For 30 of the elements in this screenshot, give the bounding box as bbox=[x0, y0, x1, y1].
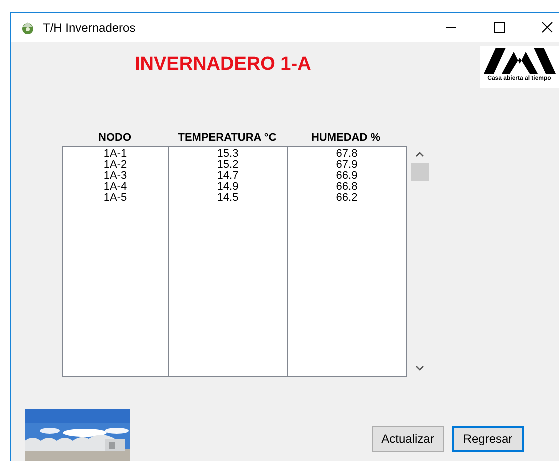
table-cell: 14.9 bbox=[217, 182, 239, 193]
window-title: T/H Invernaderos bbox=[43, 20, 136, 36]
table-cell: 1A-1 bbox=[104, 149, 128, 160]
table-cell: 1A-5 bbox=[104, 193, 128, 204]
maximize-icon[interactable] bbox=[494, 22, 505, 33]
scroll-down-icon[interactable] bbox=[416, 366, 424, 371]
table-cell: 15.3 bbox=[217, 149, 239, 160]
table-cell: 15.2 bbox=[217, 160, 239, 171]
table-cell: 1A-4 bbox=[104, 182, 128, 193]
table-cell: 14.7 bbox=[217, 171, 239, 182]
table-cell: 66.9 bbox=[336, 171, 358, 182]
column-header: NODO bbox=[98, 131, 132, 146]
table-cell: 66.2 bbox=[336, 193, 358, 204]
heading: INVERNADERO 1-A bbox=[135, 53, 312, 77]
data-list[interactable]: 1A-1 1A-2 1A-3 1A-4 1A-5 15.3 15.2 14.7 14.9 14.5 67.8 67.9 66.9 66.8 66.2 bbox=[62, 146, 407, 377]
refresh-button[interactable]: Actualizar bbox=[372, 426, 444, 452]
table-cell: 67.8 bbox=[336, 149, 358, 160]
back-button[interactable]: Regresar bbox=[452, 426, 524, 452]
logo-mark-icon bbox=[482, 46, 558, 74]
app-icon bbox=[21, 20, 35, 34]
column-header: HUMEDAD % bbox=[311, 131, 381, 146]
table-cell: 14.5 bbox=[217, 193, 239, 204]
table-cell: 1A-3 bbox=[104, 171, 128, 182]
table-cell: 1A-2 bbox=[104, 160, 128, 171]
scroll-up-icon[interactable] bbox=[416, 152, 424, 157]
scroll-thumb[interactable] bbox=[410, 163, 428, 181]
table-cell: 67.9 bbox=[336, 160, 358, 171]
close-icon[interactable] bbox=[542, 22, 553, 33]
table-cell: 66.8 bbox=[336, 182, 358, 193]
column-header: TEMPERATURA °C bbox=[178, 131, 277, 146]
